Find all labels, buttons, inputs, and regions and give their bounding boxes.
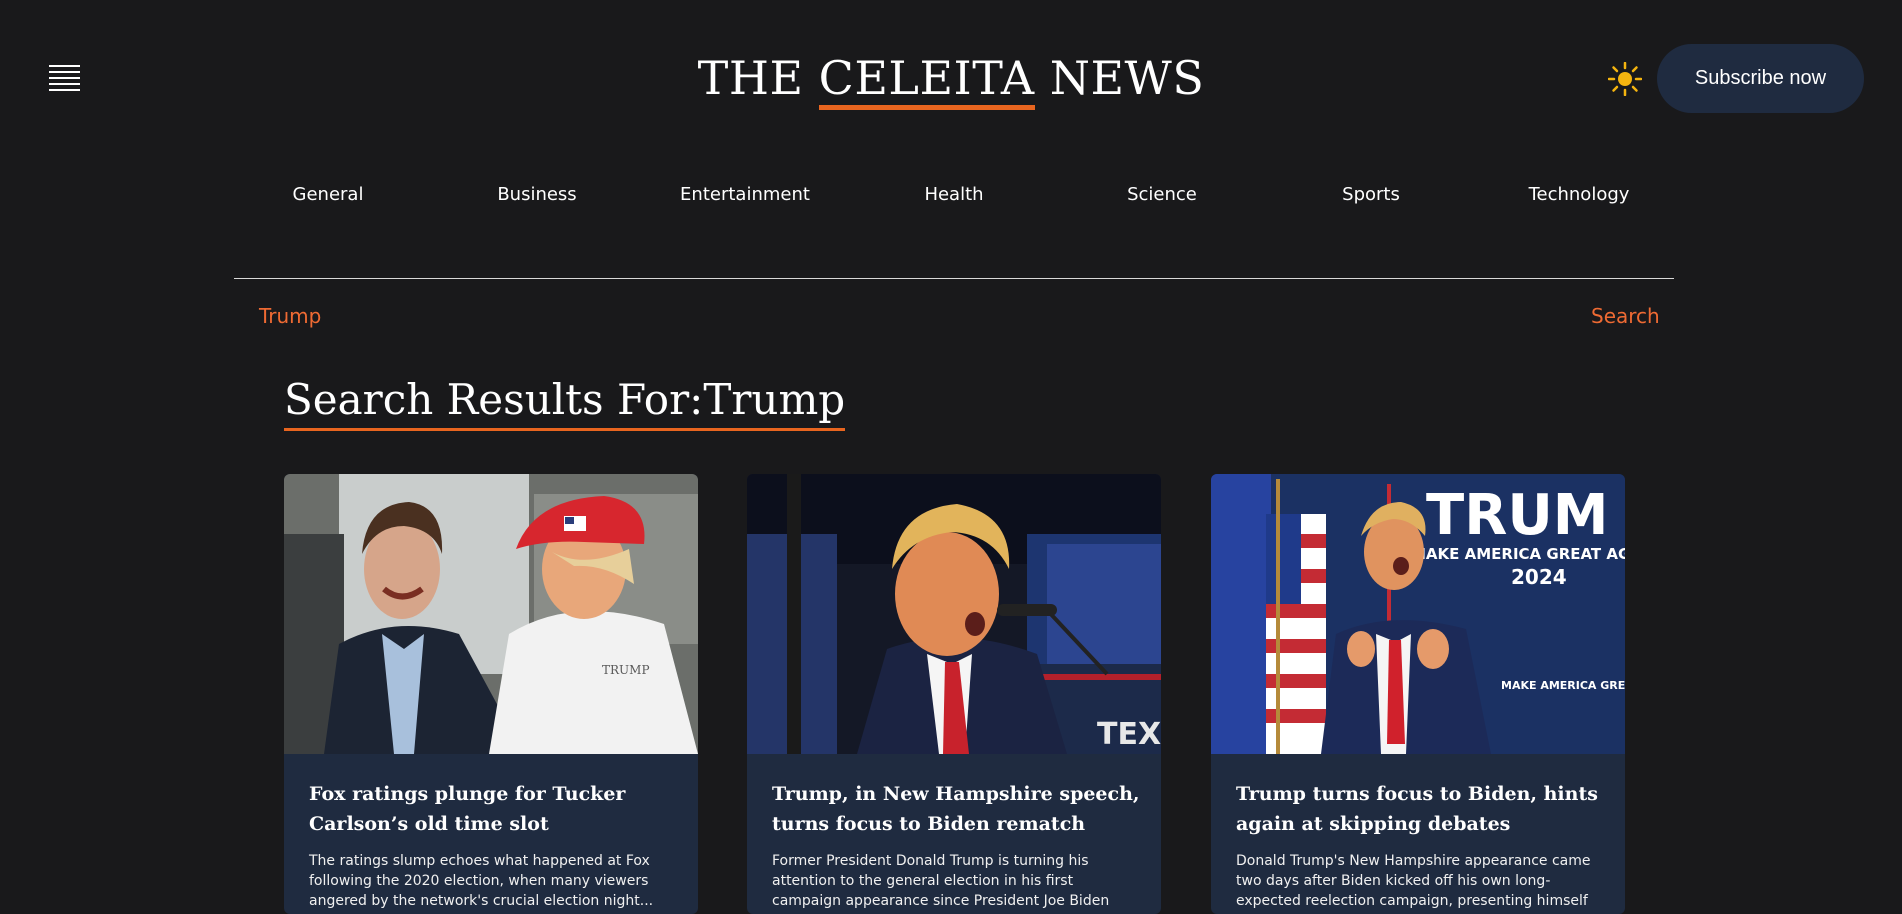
nav-item-science[interactable]: Science xyxy=(1127,184,1197,205)
search-button[interactable]: Search xyxy=(1591,304,1660,328)
article-title[interactable]: Trump turns focus to Biden, hints again … xyxy=(1236,779,1606,839)
backdrop-slogan-small: MAKE AMERICA GREAT AGAIN! xyxy=(1501,679,1625,692)
logo-text-mid: CELEITA xyxy=(818,51,1035,110)
article-description: Former President Donald Trump is turning… xyxy=(772,853,1110,914)
article-image[interactable]: TRUM MAKE AMERICA GREAT AG 2024 MAKE AME… xyxy=(1211,474,1625,754)
article-title[interactable]: Trump, in New Hampshire speech, turns fo… xyxy=(772,779,1142,839)
article-description: The ratings slump echoes what happened a… xyxy=(309,853,654,909)
svg-text:TRUMP: TRUMP xyxy=(602,663,650,677)
nav-divider xyxy=(234,278,1674,279)
subscribe-button[interactable]: Subscribe now xyxy=(1657,44,1864,113)
nav-item-general[interactable]: General xyxy=(293,184,364,205)
article-card[interactable]: TRUM MAKE AMERICA GREAT AG 2024 MAKE AME… xyxy=(1211,474,1625,914)
logo-text-left: THE xyxy=(697,51,819,105)
article-title[interactable]: Fox ratings plunge for Tucker Carlson’s … xyxy=(309,779,679,839)
nav-item-health[interactable]: Health xyxy=(924,184,983,205)
article-image[interactable]: TEXT xyxy=(747,474,1161,754)
nav-item-sports[interactable]: Sports xyxy=(1342,184,1400,205)
category-nav: General Business Entertainment Health Sc… xyxy=(293,184,1630,210)
page-title: Search Results For:Trump xyxy=(284,372,846,431)
article-card[interactable]: TEXT Trump, in New Hampshire speech, tur… xyxy=(747,474,1161,914)
article-card[interactable]: TRUMP Fox ratings plunge for Tucker Carl… xyxy=(284,474,698,914)
svg-text:TEXT: TEXT xyxy=(1097,717,1161,752)
nav-item-business[interactable]: Business xyxy=(497,184,576,205)
sun-icon[interactable] xyxy=(1608,62,1642,96)
page-title-label: Search Results For: xyxy=(284,375,704,424)
page-title-query: Trump xyxy=(703,375,846,424)
backdrop-year: 2024 xyxy=(1511,565,1567,589)
nav-item-entertainment[interactable]: Entertainment xyxy=(680,184,810,205)
article-description: Donald Trump's New Hampshire appearance … xyxy=(1236,853,1591,914)
backdrop-text-trump: TRUM xyxy=(1426,483,1609,548)
backdrop-slogan: MAKE AMERICA GREAT AG xyxy=(1411,545,1625,563)
article-image[interactable]: TRUMP xyxy=(284,474,698,754)
logo-text-right: NEWS xyxy=(1034,51,1205,105)
nav-item-technology[interactable]: Technology xyxy=(1529,184,1630,205)
search-input[interactable]: Trump xyxy=(259,304,321,328)
page-title-underline: Search Results For:Trump xyxy=(284,372,846,431)
